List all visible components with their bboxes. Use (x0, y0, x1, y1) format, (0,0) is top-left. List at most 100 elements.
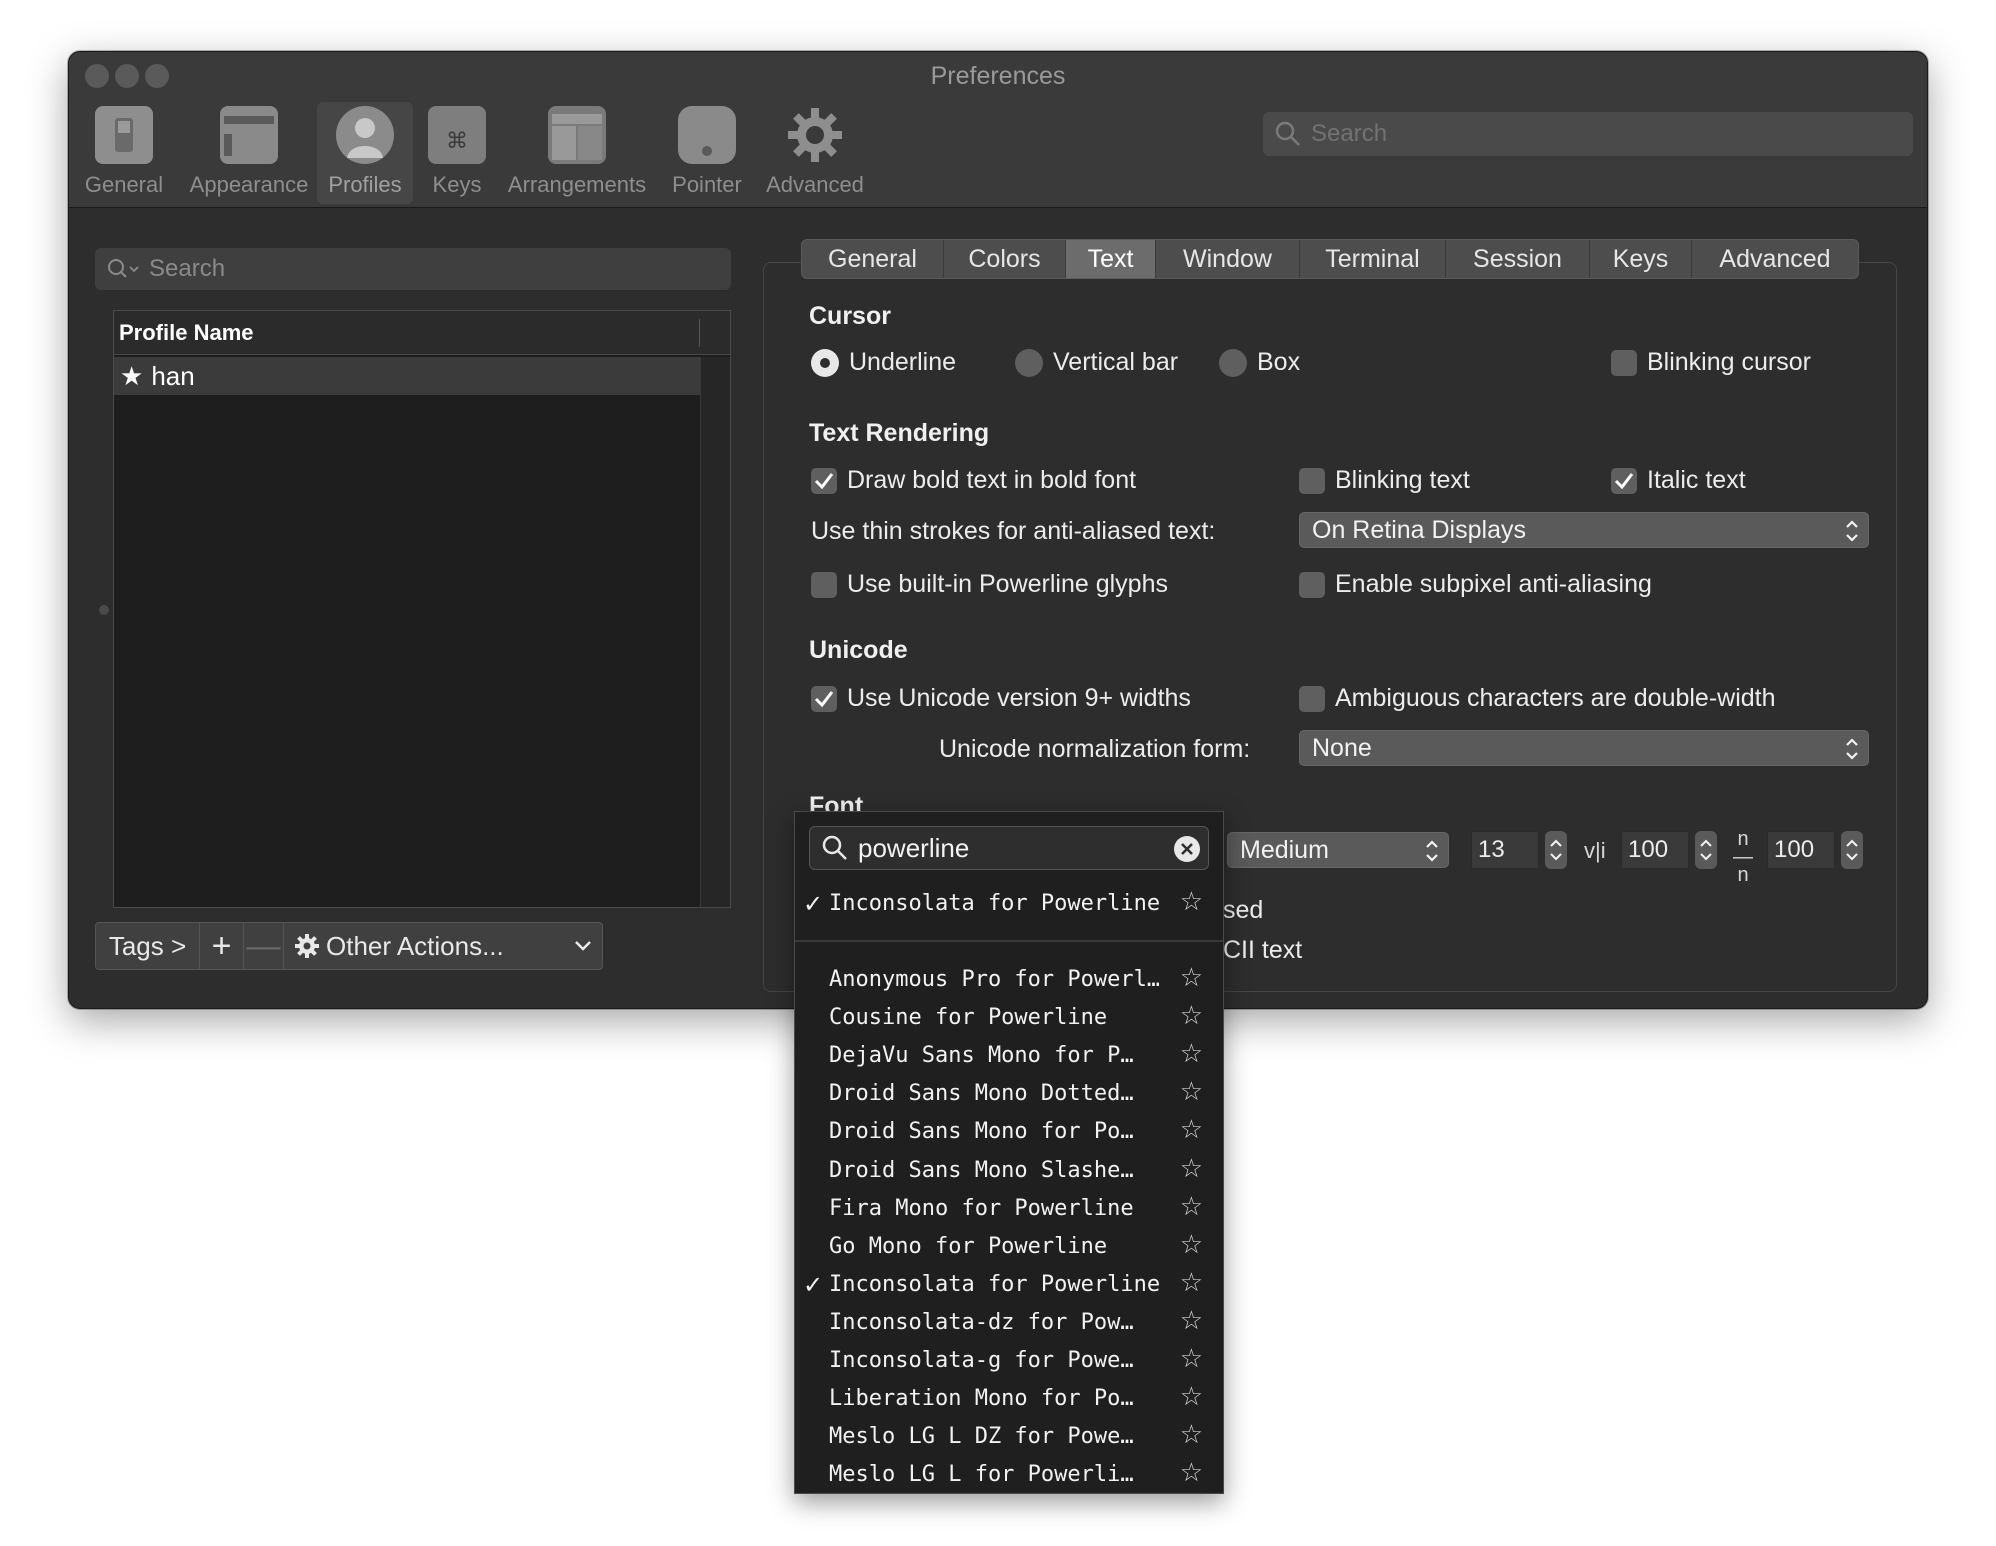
star-icon[interactable]: ☆ (1180, 1306, 1203, 1336)
cursor-underline-radio[interactable]: Underline (811, 348, 956, 377)
cursor-vertical-bar-radio[interactable]: Vertical bar (1015, 348, 1178, 377)
font-list-item[interactable]: Fira Mono for Powerline ☆ (795, 1189, 1223, 1227)
star-icon[interactable]: ☆ (1180, 1192, 1203, 1222)
add-profile-button[interactable]: + (200, 923, 244, 969)
toolbar-profiles[interactable]: Profiles (317, 102, 413, 204)
toolbar-appearance[interactable]: Appearance (181, 102, 317, 204)
font-name: Droid Sans Mono Slashe… (829, 1157, 1134, 1183)
star-icon[interactable]: ☆ (1180, 1154, 1203, 1184)
radio-label: Vertical bar (1053, 348, 1179, 376)
toolbar-advanced[interactable]: Advanced (757, 102, 873, 204)
tab-session[interactable]: Session (1446, 240, 1590, 278)
star-icon[interactable]: ☆ (1180, 1115, 1203, 1145)
star-icon[interactable]: ☆ (1180, 1039, 1203, 1069)
star-icon[interactable]: ☆ (1180, 1382, 1203, 1412)
tags-button[interactable]: Tags > (96, 923, 200, 969)
horizontal-spacing-stepper[interactable] (1695, 831, 1717, 869)
normalization-popup[interactable]: None (1299, 730, 1869, 766)
font-list-item[interactable]: ✓ Inconsolata for Powerline ☆ (795, 1265, 1223, 1303)
profile-row[interactable]: ★ han (114, 357, 702, 395)
split-view-handle[interactable] (99, 605, 109, 615)
tab-window[interactable]: Window (1156, 240, 1300, 278)
font-weight-popup[interactable]: Medium (1227, 832, 1449, 868)
current-font-item[interactable]: ✓ Inconsolata for Powerline ☆ (795, 884, 1223, 922)
tab-keys[interactable]: Keys (1590, 240, 1692, 278)
font-list-item[interactable]: Droid Sans Mono Dotted… ☆ (795, 1074, 1223, 1112)
tab-general[interactable]: General (802, 240, 944, 278)
italic-text-checkbox[interactable]: Italic text (1611, 466, 1746, 495)
clear-search-icon[interactable] (1174, 836, 1200, 862)
font-search-field[interactable] (809, 826, 1209, 870)
blinking-text-checkbox[interactable]: Blinking text (1299, 466, 1470, 495)
updown-chevron-icon (1846, 839, 1858, 861)
font-search-input[interactable] (858, 832, 1158, 864)
font-list-item[interactable]: Meslo LG L for Powerli… ☆ (795, 1455, 1223, 1493)
toolbar-keys[interactable]: ⌘ Keys (419, 102, 495, 204)
toolbar: Preferences General Appearance Profiles … (69, 52, 1927, 208)
tab-text[interactable]: Text (1066, 240, 1156, 278)
toolbar-arrangements[interactable]: Arrangements (499, 102, 655, 204)
font-list-item[interactable]: DejaVu Sans Mono for P… ☆ (795, 1036, 1223, 1074)
profiles-search-input[interactable] (149, 255, 709, 283)
font-list-item[interactable]: Inconsolata-g for Powe… ☆ (795, 1341, 1223, 1379)
font-name: Inconsolata for Powerline (829, 1271, 1159, 1297)
vertical-spacing-stepper[interactable] (1841, 831, 1863, 869)
blinking-cursor-checkbox[interactable]: Blinking cursor (1611, 348, 1811, 377)
font-list-item[interactable]: Droid Sans Mono for Po… ☆ (795, 1112, 1223, 1150)
star-icon[interactable]: ☆ (1180, 1458, 1203, 1488)
thin-strokes-popup[interactable]: On Retina Displays (1299, 512, 1869, 548)
profile-name-column-header[interactable]: Profile Name (114, 311, 730, 355)
tab-terminal[interactable]: Terminal (1300, 240, 1446, 278)
toolbar-pointer[interactable]: Pointer (659, 102, 755, 204)
toolbar-label: Profiles (328, 172, 402, 197)
profiles-search-field[interactable] (95, 248, 731, 290)
toolbar-search-input[interactable] (1311, 120, 1871, 148)
star-icon[interactable]: ☆ (1180, 1420, 1203, 1450)
unicode-v9-checkbox[interactable]: Use Unicode version 9+ widths (811, 684, 1191, 713)
checkmark-icon: ✓ (803, 890, 824, 918)
window-icon (220, 106, 278, 164)
font-name: Meslo LG L DZ for Powe… (829, 1424, 1134, 1450)
radio-label: Box (1257, 348, 1301, 376)
toolbar-general[interactable]: General (81, 102, 167, 204)
toolbar-search-field[interactable] (1263, 112, 1913, 156)
font-list-item[interactable]: Inconsolata-dz for Pow… ☆ (795, 1303, 1223, 1341)
checkbox-checked (1611, 467, 1637, 494)
tab-colors[interactable]: Colors (944, 240, 1066, 278)
star-icon[interactable]: ☆ (1180, 1077, 1203, 1107)
powerline-glyphs-checkbox[interactable]: Use built-in Powerline glyphs (811, 570, 1168, 599)
toolbar-label: Keys (432, 172, 482, 197)
vertical-spacing-field[interactable]: 100 (1767, 831, 1835, 869)
font-list-item[interactable]: Meslo LG L DZ for Powe… ☆ (795, 1417, 1223, 1455)
dropdown-divider (795, 940, 1223, 942)
profile-table-scrollbar[interactable] (700, 357, 730, 907)
vertical-spacing-icon: n — n (1733, 828, 1753, 886)
star-icon[interactable]: ☆ (1180, 1001, 1203, 1031)
font-list-item[interactable]: Go Mono for Powerline ☆ (795, 1227, 1223, 1265)
toolbar-label: Appearance (189, 172, 309, 197)
window-title: Preferences (930, 62, 1066, 90)
font-list-item[interactable]: Anonymous Pro for Powerl… ☆ (795, 960, 1223, 998)
star-icon[interactable]: ☆ (1180, 1230, 1203, 1260)
tab-advanced[interactable]: Advanced (1692, 240, 1858, 278)
font-size-stepper[interactable] (1545, 831, 1567, 869)
star-icon[interactable]: ☆ (1180, 963, 1203, 993)
remove-profile-button[interactable]: — (244, 923, 284, 969)
checkbox-unchecked (1611, 349, 1637, 376)
checkmark-icon (814, 690, 834, 707)
switch-icon (95, 106, 153, 164)
star-icon[interactable]: ☆ (1180, 887, 1203, 917)
font-list-item[interactable]: Liberation Mono for Po… ☆ (795, 1379, 1223, 1417)
horizontal-spacing-field[interactable]: 100 (1621, 831, 1689, 869)
ambiguous-width-checkbox[interactable]: Ambiguous characters are double-width (1299, 684, 1776, 713)
bold-font-checkbox[interactable]: Draw bold text in bold font (811, 466, 1136, 495)
other-actions-button[interactable]: Other Actions... (284, 923, 602, 969)
font-list-item[interactable]: Droid Sans Mono Slashe… ☆ (795, 1151, 1223, 1189)
font-list-item[interactable]: Cousine for Powerline ☆ (795, 998, 1223, 1036)
star-icon[interactable]: ☆ (1180, 1344, 1203, 1374)
star-icon[interactable]: ☆ (1180, 1268, 1203, 1298)
cursor-box-radio[interactable]: Box (1219, 348, 1300, 377)
checkmark-icon: ✓ (803, 1270, 824, 1299)
subpixel-antialias-checkbox[interactable]: Enable subpixel anti-aliasing (1299, 570, 1652, 599)
font-size-field[interactable]: 13 (1471, 831, 1539, 869)
